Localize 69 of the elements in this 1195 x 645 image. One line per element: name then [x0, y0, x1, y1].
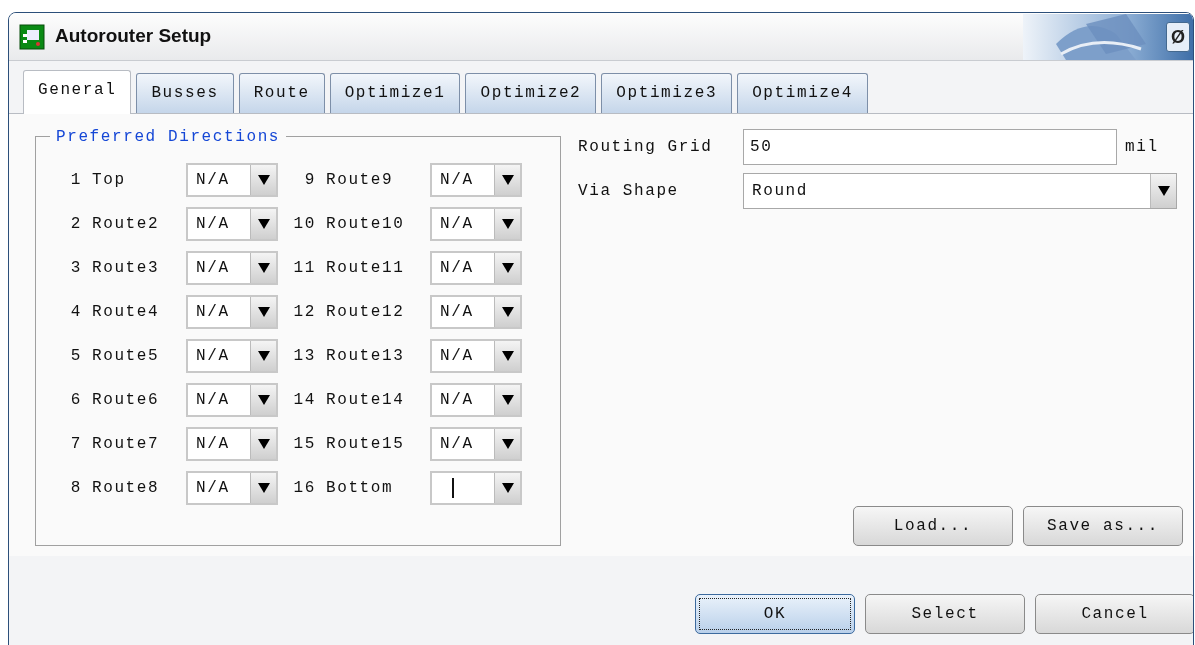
layer-name: Route13 — [326, 346, 406, 367]
dialog-button[interactable]: Load... — [853, 506, 1013, 546]
dialog-button[interactable]: Save as... — [1023, 506, 1183, 546]
tab[interactable]: Optimize3 — [601, 73, 733, 113]
layer-name: Route4 — [92, 302, 161, 323]
tab[interactable]: Busses — [136, 73, 234, 113]
direction-dropdown[interactable]: N/A — [430, 163, 522, 197]
direction-dropdown[interactable]: N/A — [186, 427, 278, 461]
routing-grid-field[interactable]: 50 — [743, 129, 1117, 165]
tab[interactable]: General — [23, 70, 132, 114]
window-title: Autorouter Setup — [55, 24, 212, 49]
layer-name: Route11 — [326, 258, 406, 279]
layer-number: 8 — [69, 478, 83, 499]
layer-number: 7 — [69, 434, 83, 455]
via-shape-dropdown[interactable]: Round — [743, 173, 1177, 209]
direction-dropdown[interactable]: N/A — [186, 383, 278, 417]
layer-number: 16 — [292, 478, 317, 499]
dialog-button[interactable]: Cancel — [1035, 594, 1193, 634]
text-cursor — [452, 478, 454, 498]
direction-dropdown[interactable]: N/A — [186, 295, 278, 329]
app-icon — [19, 23, 45, 50]
layer-name: Route15 — [326, 434, 406, 455]
layer-name: Top — [92, 170, 127, 191]
layer-number: 11 — [292, 258, 317, 279]
layer-name: Route12 — [326, 302, 406, 323]
layer-name: Route6 — [92, 390, 161, 411]
direction-dropdown[interactable]: N/A — [430, 295, 522, 329]
direction-dropdown[interactable]: N/A — [430, 383, 522, 417]
layer-number: 15 — [292, 434, 317, 455]
direction-dropdown[interactable]: N/A — [186, 163, 278, 197]
layer-number: 1 — [69, 170, 83, 191]
tab[interactable]: Route — [238, 73, 325, 113]
layer-number: 3 — [69, 258, 83, 279]
layer-name: Route5 — [92, 346, 161, 367]
field-label: Routing Grid — [578, 137, 714, 158]
layer-number: 4 — [69, 302, 83, 323]
layer-name: Bottom — [326, 478, 395, 499]
layer-name: Route2 — [92, 214, 161, 235]
layer-number: 10 — [292, 214, 317, 235]
direction-dropdown[interactable]: N/A — [430, 207, 522, 241]
layer-name: Route14 — [326, 390, 406, 411]
direction-dropdown[interactable]: N/A — [430, 339, 522, 373]
unit-label: mil — [1125, 137, 1159, 158]
layer-number: 12 — [292, 302, 317, 323]
layer-number: 13 — [292, 346, 317, 367]
direction-dropdown[interactable]: N/A — [186, 207, 278, 241]
layer-number: 5 — [69, 346, 83, 367]
direction-dropdown[interactable]: N/A — [430, 427, 522, 461]
layer-name: Route3 — [92, 258, 161, 279]
tab[interactable]: Optimize2 — [465, 73, 597, 113]
layer-name: Route9 — [326, 170, 395, 191]
direction-dropdown[interactable]: N/A — [430, 251, 522, 285]
layer-number: 2 — [69, 214, 83, 235]
corner-button[interactable]: Ø — [1166, 21, 1190, 52]
layer-name: Route7 — [92, 434, 161, 455]
layer-number: 9 — [303, 170, 317, 191]
direction-dropdown[interactable]: N/A — [186, 471, 278, 505]
layer-name: Route10 — [326, 214, 406, 235]
dialog-button[interactable]: Select — [865, 594, 1025, 634]
direction-dropdown[interactable]: N/A — [186, 251, 278, 285]
tab[interactable]: Optimize1 — [329, 73, 461, 113]
tab[interactable]: Optimize4 — [737, 73, 868, 113]
dialog-button[interactable]: OK — [695, 594, 855, 634]
layer-number: 6 — [69, 390, 83, 411]
field-label: Via Shape — [578, 181, 680, 202]
direction-dropdown[interactable] — [430, 471, 522, 505]
layer-name: Route8 — [92, 478, 161, 499]
layer-number: 14 — [292, 390, 317, 411]
direction-dropdown[interactable]: N/A — [186, 339, 278, 373]
